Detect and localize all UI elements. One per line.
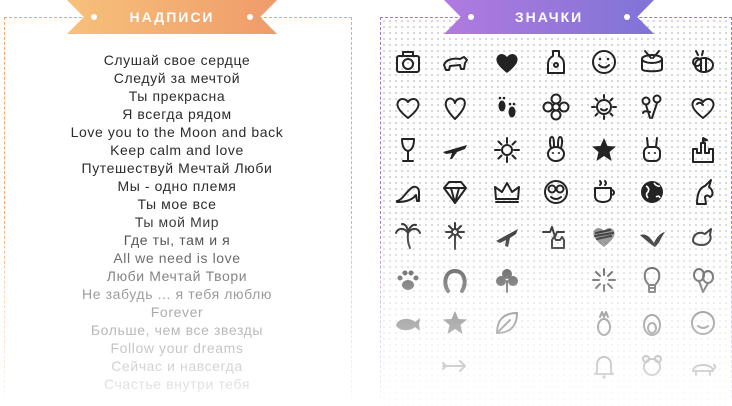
ribbon-dot-left (91, 14, 97, 20)
heart-outline-icon[interactable] (391, 90, 425, 124)
pineapple-icon[interactable] (587, 306, 621, 340)
horseshoe-icon[interactable] (438, 263, 472, 297)
empty-icon (391, 349, 425, 383)
bee-icon[interactable] (686, 45, 720, 79)
empty-icon (539, 263, 573, 297)
wine-glass-icon[interactable] (391, 133, 425, 167)
inscription-item[interactable]: Follow your dreams (4, 339, 350, 357)
inscriptions-title: НАДПИСИ (129, 9, 215, 25)
bottle-icon[interactable] (539, 45, 573, 79)
inscription-item[interactable]: Слушай свое сердце (4, 51, 350, 69)
diamond-icon[interactable] (438, 175, 472, 209)
castle-icon[interactable] (686, 133, 720, 167)
inscriptions-panel: НАДПИСИ Слушай свое сердце Следуй за меч… (0, 0, 352, 406)
airplane-icon[interactable] (438, 133, 472, 167)
bell-icon[interactable] (587, 349, 621, 383)
bunny-icon[interactable] (539, 133, 573, 167)
penguin-icon[interactable] (635, 306, 669, 340)
arrow-icon[interactable] (438, 349, 472, 383)
bird-outline-icon[interactable] (686, 219, 720, 253)
inscription-item[interactable]: Следуй за мечтой (4, 69, 350, 87)
heart-outline-2-icon[interactable] (438, 90, 472, 124)
scribble-heart-icon[interactable] (587, 219, 621, 253)
paw-icon[interactable] (391, 263, 425, 297)
leaf-icon[interactable] (490, 306, 524, 340)
inscriptions-title-ribbon: НАДПИСИ (67, 0, 277, 34)
inscription-item[interactable]: Где ты, там и я (4, 231, 350, 249)
heart-sketch-icon[interactable] (686, 90, 720, 124)
hot-air-balloon-icon[interactable] (635, 263, 669, 297)
inscription-item[interactable]: Forever (4, 303, 350, 321)
smile-icon[interactable] (686, 306, 720, 340)
daisy-icon[interactable] (438, 219, 472, 253)
polar-bear-icon[interactable] (438, 45, 472, 79)
icons-panel: ЗНАЧКИ (380, 0, 732, 406)
smiley-icon[interactable] (587, 45, 621, 79)
inscription-item[interactable]: Ты мое все (4, 195, 350, 213)
balloons-icon[interactable] (686, 263, 720, 297)
inscription-item[interactable]: Путешествуй Мечтай Люби (4, 159, 350, 177)
whale-icon[interactable] (391, 306, 425, 340)
inscription-item[interactable]: All we need is love (4, 249, 350, 267)
empty-icon (539, 306, 573, 340)
icons-title-ribbon: ЗНАЧКИ (444, 0, 654, 34)
sun-icon[interactable] (490, 133, 524, 167)
teddy-icon[interactable] (635, 349, 669, 383)
flowers-icon[interactable] (635, 90, 669, 124)
coffee-cup-icon[interactable] (587, 175, 621, 209)
star-face-icon[interactable] (587, 133, 621, 167)
clover-icon[interactable] (490, 263, 524, 297)
bird-icon[interactable] (635, 219, 669, 253)
inscription-item[interactable]: Сейчас и навсегда (4, 357, 350, 375)
drum-icon[interactable] (635, 45, 669, 79)
ribbon-dot-left (468, 14, 474, 20)
ribbon-dot-right (624, 14, 630, 20)
star-icon[interactable] (438, 306, 472, 340)
empty-icon (490, 349, 524, 383)
inscription-item[interactable]: Мы - одно племя (4, 177, 350, 195)
inscription-item[interactable]: Люби Мечтай Твори (4, 267, 350, 285)
crown-icon[interactable] (490, 175, 524, 209)
unicorn-icon[interactable] (686, 175, 720, 209)
fireworks-icon[interactable] (587, 263, 621, 297)
inscription-item[interactable]: Счастье внутри тебя (4, 375, 350, 393)
heart-filled-icon[interactable] (490, 45, 524, 79)
inscription-item[interactable]: Keep calm and love (4, 141, 350, 159)
inscription-item[interactable]: Ты прекрасна (4, 87, 350, 105)
plane-icon[interactable] (490, 219, 524, 253)
inscription-item[interactable]: Ты мой Мир (4, 213, 350, 231)
flower-icon[interactable] (539, 90, 573, 124)
icons-title: ЗНАЧКИ (514, 9, 584, 25)
inscription-item[interactable]: Я всегда рядом (4, 105, 350, 123)
bunny-2-icon[interactable] (635, 133, 669, 167)
crazy-face-icon[interactable] (539, 175, 573, 209)
footprints-icon[interactable] (490, 90, 524, 124)
turtle-icon[interactable] (686, 349, 720, 383)
inscription-item[interactable]: Love you to the Moon and back (4, 123, 350, 141)
inscriptions-list: Слушай свое сердце Следуй за мечтой Ты п… (4, 51, 350, 393)
inscription-item[interactable]: Больше, чем все звезды (4, 321, 350, 339)
palm-tree-icon[interactable] (391, 219, 425, 253)
ribbon-dot-right (247, 14, 253, 20)
high-heel-icon[interactable] (391, 175, 425, 209)
globe-icon[interactable] (635, 175, 669, 209)
inscription-item[interactable]: Не забудь ... я тебя люблю (4, 285, 350, 303)
empty-icon (539, 349, 573, 383)
camera-icon[interactable] (391, 45, 425, 79)
sun-face-icon[interactable] (587, 90, 621, 124)
heartbeat-cat-icon[interactable] (539, 219, 573, 253)
